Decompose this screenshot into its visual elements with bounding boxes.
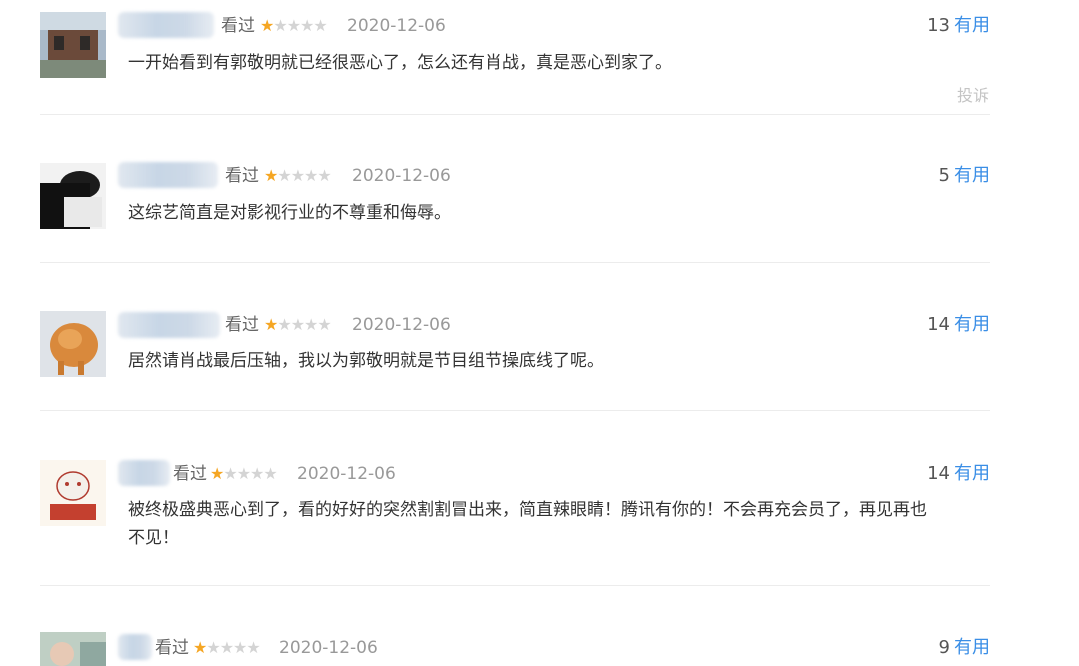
- star-icon: ★★★★: [277, 315, 331, 334]
- votes: 13 有用: [927, 13, 990, 39]
- rating-stars: ★★★★★: [193, 635, 261, 661]
- watch-status: 看过: [225, 166, 259, 186]
- star-icon: ★: [260, 16, 274, 35]
- comment-text: 这综艺简直是对影视行业的不尊重和侮辱。: [128, 203, 451, 223]
- divider: [40, 114, 990, 115]
- username-blurred[interactable]: [118, 460, 170, 486]
- star-icon: ★★★★: [223, 464, 277, 483]
- avatar[interactable]: [40, 311, 106, 377]
- useful-button[interactable]: 有用: [954, 463, 990, 484]
- vote-count: 5: [938, 165, 950, 186]
- rating-stars: ★★★★★: [264, 312, 332, 338]
- vote-count: 9: [938, 637, 950, 658]
- useful-button[interactable]: 有用: [954, 637, 990, 658]
- divider: [40, 262, 990, 263]
- avatar[interactable]: [40, 460, 106, 526]
- votes: 14 有用: [927, 312, 990, 338]
- vote-count: 14: [927, 314, 950, 335]
- comment-text: 一开始看到有郭敬明就已经很恶心了，怎么还有肖战，真是恶心到家了。: [128, 53, 672, 73]
- star-icon: ★: [210, 464, 224, 483]
- comment-date: 2020-12-06: [352, 166, 451, 186]
- username-blurred[interactable]: [118, 162, 218, 188]
- star-icon: ★: [264, 166, 278, 185]
- star-icon: ★★★★: [206, 638, 260, 657]
- avatar[interactable]: [40, 163, 106, 229]
- rating-stars: ★★★★★: [264, 163, 332, 189]
- star-icon: ★: [264, 315, 278, 334]
- watch-status: 看过: [173, 464, 207, 484]
- watch-status: 看过: [155, 638, 189, 658]
- comment-text: 居然请肖战最后压轴，我以为郭敬明就是节目组节操底线了呢。: [128, 351, 604, 371]
- star-icon: ★: [193, 638, 207, 657]
- username-blurred[interactable]: [118, 634, 152, 660]
- votes: 14 有用: [927, 461, 990, 487]
- comment-date: 2020-12-06: [347, 16, 446, 36]
- avatar[interactable]: [40, 12, 106, 78]
- divider: [40, 585, 990, 586]
- vote-count: 14: [927, 463, 950, 484]
- comment-text-line: 被终极盛典恶心到了，看的好好的突然割割冒出来，简直辣眼睛！腾讯有你的！不会再充会…: [128, 500, 927, 520]
- username-blurred[interactable]: [118, 312, 220, 338]
- comment-date: 2020-12-06: [352, 315, 451, 335]
- useful-button[interactable]: 有用: [954, 15, 990, 36]
- vote-count: 13: [927, 15, 950, 36]
- comment-text-line: 不见！: [128, 528, 179, 548]
- rating-stars: ★★★★★: [260, 13, 328, 39]
- comment-date: 2020-12-06: [279, 638, 378, 658]
- votes: 5 有用: [939, 163, 990, 189]
- username-blurred[interactable]: [118, 12, 214, 38]
- divider: [40, 410, 990, 411]
- star-icon: ★★★★: [277, 166, 331, 185]
- comment-text: 被终极盛典恶心到了，看的好好的突然割割冒出来，简直辣眼睛！腾讯有你的！不会再充会…: [128, 496, 998, 552]
- star-icon: ★★★★: [273, 16, 327, 35]
- watch-status: 看过: [221, 16, 255, 36]
- comment-date: 2020-12-06: [297, 464, 396, 484]
- avatar[interactable]: [40, 632, 106, 666]
- useful-button[interactable]: 有用: [954, 165, 990, 186]
- rating-stars: ★★★★★: [210, 461, 278, 487]
- useful-button[interactable]: 有用: [954, 314, 990, 335]
- votes: 9 有用: [939, 635, 990, 661]
- watch-status: 看过: [225, 315, 259, 335]
- report-link[interactable]: 投诉: [957, 82, 989, 106]
